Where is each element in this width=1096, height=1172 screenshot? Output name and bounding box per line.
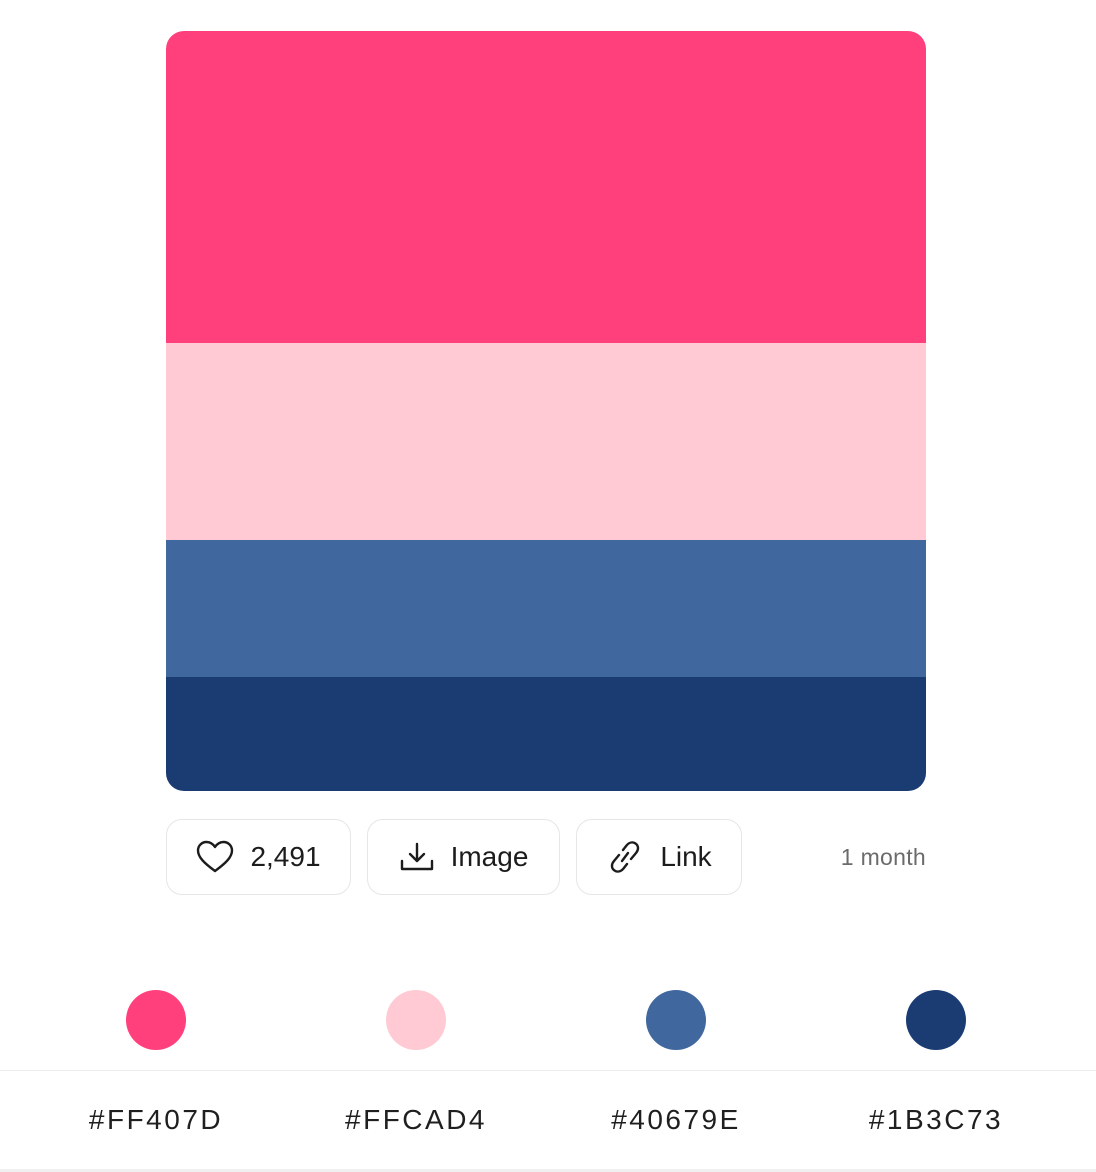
color-circle-2[interactable] (386, 990, 446, 1050)
hex-code-3[interactable]: #40679E (546, 1071, 806, 1169)
palette-page: 2,491 Image Link 1 month #FF407D #FFCAD4… (0, 0, 1096, 1172)
palette-actions: 2,491 Image Link 1 month (166, 819, 926, 895)
download-image-button[interactable]: Image (367, 819, 560, 895)
heart-icon (196, 840, 234, 874)
palette-band-3[interactable] (166, 540, 926, 677)
hex-code-2[interactable]: #FFCAD4 (286, 1071, 546, 1169)
hex-code-4[interactable]: #1B3C73 (806, 1071, 1066, 1169)
link-icon (606, 841, 644, 873)
copy-link-label: Link (660, 841, 712, 872)
color-circles (0, 990, 1096, 1050)
download-image-label: Image (450, 841, 529, 872)
hex-code-1[interactable]: #FF407D (26, 1071, 286, 1169)
color-circle-1[interactable] (126, 990, 186, 1050)
palette-band-1[interactable] (166, 31, 926, 343)
color-circle-4[interactable] (906, 990, 966, 1050)
like-button[interactable]: 2,491 (166, 819, 351, 895)
palette-preview[interactable] (166, 31, 926, 791)
like-count: 2,491 (250, 841, 321, 872)
palette-band-4[interactable] (166, 677, 926, 791)
copy-link-button[interactable]: Link (576, 819, 742, 895)
color-circle-3[interactable] (646, 990, 706, 1050)
palette-age: 1 month (840, 843, 926, 870)
palette-band-2[interactable] (166, 343, 926, 540)
download-icon (399, 841, 435, 873)
hex-codes: #FF407D #FFCAD4 #40679E #1B3C73 (0, 1071, 1096, 1169)
